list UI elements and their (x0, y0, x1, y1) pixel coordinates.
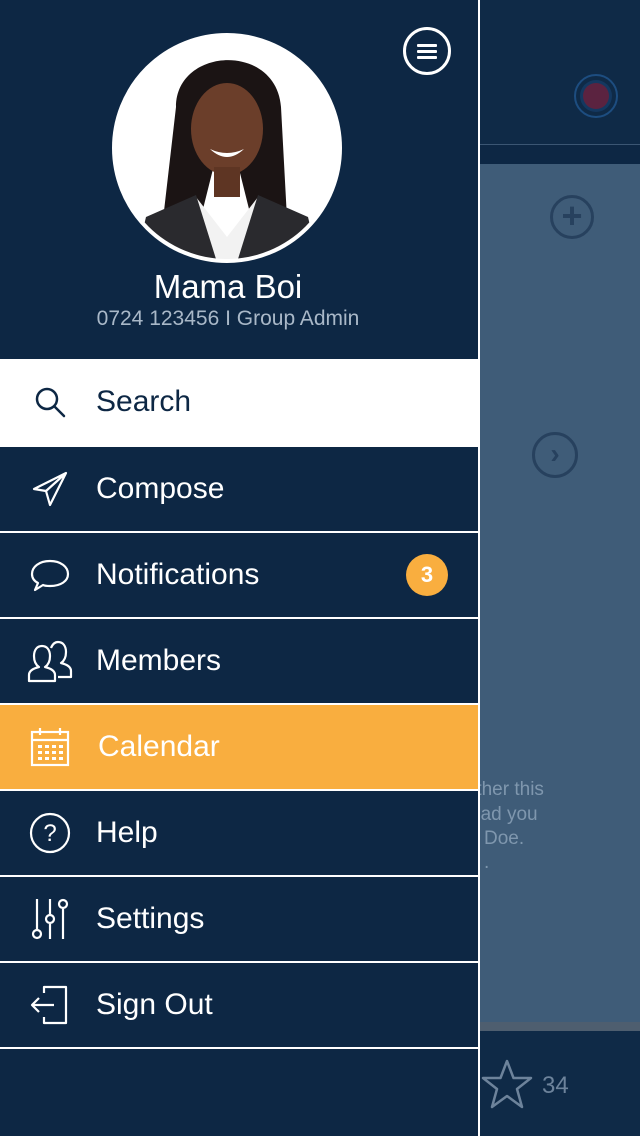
profile-subtitle: 0724 123456 I Group Admin (96, 307, 360, 330)
sign-out-icon (26, 981, 74, 1029)
search-icon (26, 378, 74, 426)
menu-item-label: Calendar (98, 730, 220, 763)
background-text-line: Doe. (484, 828, 525, 849)
menu-item-label: Sign Out (96, 988, 213, 1021)
background-text-line: rther this (470, 779, 544, 800)
menu-item-notifications[interactable]: Notifications 3 (0, 533, 478, 619)
chevron-right-circle-icon[interactable]: › (532, 432, 578, 478)
calendar-icon (26, 723, 74, 771)
menu-item-label: Settings (96, 902, 205, 935)
menu-item-members[interactable]: Members (0, 619, 478, 705)
star-count: 34 (542, 1072, 569, 1099)
background-header (478, 0, 640, 145)
menu-item-label: Members (96, 644, 222, 677)
menu-item-label: Search (96, 385, 192, 418)
background-content-panel (478, 164, 640, 1024)
notification-count-badge: 3 (406, 554, 448, 596)
star-icon[interactable] (480, 1058, 534, 1112)
menu-item-label: Help (96, 816, 158, 849)
menu-item-calendar[interactable]: Calendar (0, 705, 478, 791)
menu-item-settings[interactable]: Settings (0, 877, 478, 963)
menu-item-search[interactable]: Search (0, 359, 478, 447)
menu-item-sign-out[interactable]: Sign Out (0, 963, 478, 1049)
add-circle-icon[interactable]: + (550, 195, 594, 239)
record-button[interactable] (574, 74, 618, 118)
menu-item-help[interactable]: ? Help (0, 791, 478, 877)
record-dot-icon (583, 83, 609, 109)
navigation-drawer: Mama Boi 0724 123456 I Group Admin Searc… (0, 0, 480, 1136)
profile-name: Mama Boi (153, 268, 303, 305)
svg-text:?: ? (43, 820, 56, 847)
background-text-line: . (484, 852, 490, 873)
background-text-line: ead you (470, 804, 538, 825)
users-icon (26, 637, 74, 685)
sliders-icon (26, 895, 74, 943)
menu-item-compose[interactable]: Compose (0, 447, 478, 533)
background-divider (478, 1022, 640, 1031)
hamburger-menu-icon[interactable] (403, 27, 451, 75)
menu-item-label: Notifications (96, 558, 260, 591)
avatar[interactable] (112, 33, 342, 263)
question-icon: ? (26, 809, 74, 857)
drawer-menu: Search Compose Notifications 3 Members C… (0, 359, 478, 1049)
menu-item-label: Compose (96, 472, 225, 505)
paper-plane-icon (26, 465, 74, 513)
profile-header: Mama Boi 0724 123456 I Group Admin (0, 0, 478, 359)
speech-bubble-icon (26, 551, 74, 599)
